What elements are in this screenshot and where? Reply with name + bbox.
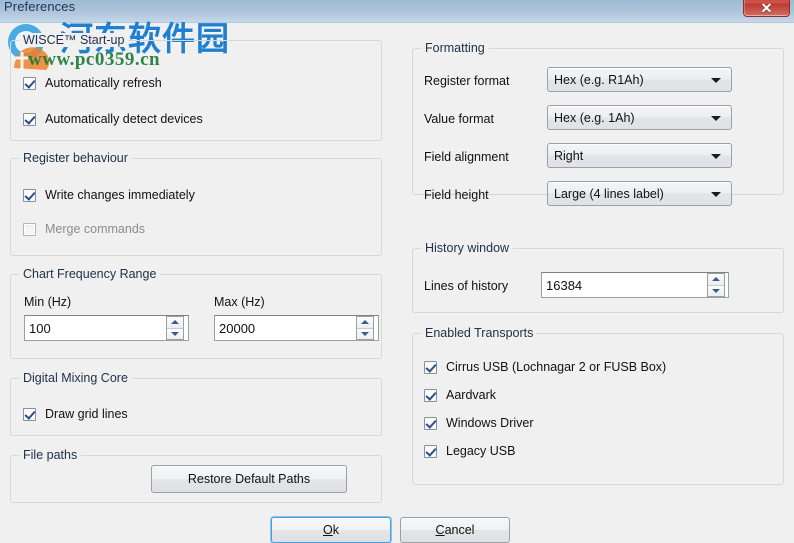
preferences-dialog: Preferences ✕ 河东软件园 www.pc0359.cn WISCE™… <box>0 0 794 543</box>
stepper-up-icon[interactable] <box>357 317 373 329</box>
checkbox-box-icon <box>424 360 437 374</box>
close-icon: ✕ <box>760 0 773 16</box>
checkbox-label: Draw grid lines <box>45 407 128 421</box>
checkbox-box-icon <box>424 416 437 430</box>
checkbox-box-icon <box>23 188 36 202</box>
cancel-button-label: Cancel <box>436 523 475 537</box>
group-chart-frequency-range-legend: Chart Frequency Range <box>19 267 161 281</box>
max-hz-label: Max (Hz) <box>214 295 265 309</box>
value-format-select[interactable]: Hex (e.g. 1Ah) <box>547 105 732 130</box>
group-file-paths: File paths Restore Default Paths <box>10 448 382 503</box>
lines-of-history-label: Lines of history <box>424 279 509 293</box>
checkbox-automatically-detect-devices[interactable]: Automatically detect devices <box>23 112 203 126</box>
min-hz-input[interactable]: 100 <box>24 315 189 341</box>
group-formatting: Formatting Register format Hex (e.g. R1A… <box>412 41 784 206</box>
group-register-behaviour: Register behaviour Write changes immedia… <box>10 151 382 256</box>
group-file-paths-legend: File paths <box>19 448 82 462</box>
checkbox-cirrus-usb[interactable]: Cirrus USB (Lochnagar 2 or FUSB Box) <box>424 360 666 374</box>
field-height-value: Large (4 lines label) <box>554 186 664 201</box>
checkbox-automatically-refresh[interactable]: Automatically refresh <box>23 76 162 90</box>
checkbox-label: Merge commands <box>45 222 146 236</box>
checkbox-label: Automatically detect devices <box>45 112 203 126</box>
group-register-behaviour-legend: Register behaviour <box>19 151 132 165</box>
group-digital-mixing-core-legend: Digital Mixing Core <box>19 371 132 385</box>
min-hz-value: 100 <box>29 320 51 336</box>
checkbox-legacy-usb[interactable]: Legacy USB <box>424 444 515 458</box>
max-hz-stepper[interactable] <box>356 316 374 340</box>
stepper-down-icon[interactable] <box>708 285 724 296</box>
window-title: Preferences <box>4 0 76 14</box>
checkbox-box-icon <box>23 76 36 90</box>
group-formatting-legend: Formatting <box>421 41 489 55</box>
register-format-value: Hex (e.g. R1Ah) <box>554 72 644 87</box>
cancel-button[interactable]: Cancel <box>400 517 510 543</box>
lines-of-history-input[interactable]: 16384 <box>541 272 729 298</box>
group-history-window-legend: History window <box>421 241 514 255</box>
field-alignment-label: Field alignment <box>424 150 509 164</box>
group-digital-mixing-core: Digital Mixing Core Draw grid lines <box>10 371 382 436</box>
checkbox-aardvark[interactable]: Aardvark <box>424 388 496 402</box>
checkbox-label: Aardvark <box>446 388 497 402</box>
chevron-down-icon <box>711 77 721 83</box>
stepper-down-icon[interactable] <box>167 328 183 339</box>
max-hz-value: 20000 <box>219 320 256 336</box>
lines-of-history-value: 16384 <box>546 277 583 293</box>
checkbox-label: Cirrus USB (Lochnagar 2 or FUSB Box) <box>446 360 667 374</box>
ok-button[interactable]: Ok <box>271 517 391 543</box>
checkbox-box-icon <box>23 112 36 126</box>
ok-rest: k <box>332 523 339 537</box>
value-format-value: Hex (e.g. 1Ah) <box>554 110 635 125</box>
min-hz-label: Min (Hz) <box>24 295 72 309</box>
chevron-down-icon <box>711 115 721 121</box>
checkbox-box-icon <box>424 388 437 402</box>
checkbox-box-icon <box>23 407 36 421</box>
checkbox-label: Automatically refresh <box>45 76 162 90</box>
stepper-down-icon[interactable] <box>357 328 373 339</box>
field-height-select[interactable]: Large (4 lines label) <box>547 181 732 206</box>
register-format-select[interactable]: Hex (e.g. R1Ah) <box>547 67 732 92</box>
group-enabled-transports-legend: Enabled Transports <box>421 326 538 340</box>
title-bar: Preferences ✕ <box>0 0 794 23</box>
value-format-label: Value format <box>424 112 494 126</box>
checkbox-write-changes-immediately[interactable]: Write changes immediately <box>23 188 195 202</box>
cancel-rest: ancel <box>444 523 475 537</box>
chevron-down-icon <box>711 153 721 159</box>
lines-of-history-stepper[interactable] <box>707 273 725 297</box>
field-alignment-select[interactable]: Right <box>547 143 732 168</box>
field-alignment-value: Right <box>554 148 584 163</box>
group-enabled-transports: Enabled Transports Cirrus USB (Lochnagar… <box>412 326 784 485</box>
group-chart-frequency-range: Chart Frequency Range Min (Hz) 100 Max (… <box>10 267 382 359</box>
restore-default-paths-label: Restore Default Paths <box>187 472 311 486</box>
register-format-label: Register format <box>424 74 510 88</box>
cancel-accel: C <box>435 523 445 537</box>
checkbox-box-icon <box>23 222 36 236</box>
close-button[interactable]: ✕ <box>743 0 790 17</box>
checkbox-box-icon <box>424 444 437 458</box>
checkbox-label: Write changes immediately <box>45 188 195 202</box>
group-history-window: History window Lines of history 16384 <box>412 241 784 313</box>
group-startup-legend: WISCE™ Start-up <box>19 33 129 47</box>
ok-accel: O <box>323 523 333 537</box>
restore-default-paths-button[interactable]: Restore Default Paths <box>151 465 347 493</box>
checkbox-label: Windows Driver <box>446 416 534 430</box>
stepper-up-icon[interactable] <box>708 274 724 286</box>
checkbox-windows-driver[interactable]: Windows Driver <box>424 416 534 430</box>
max-hz-input[interactable]: 20000 <box>214 315 379 341</box>
checkbox-draw-grid-lines[interactable]: Draw grid lines <box>23 407 128 421</box>
group-startup: WISCE™ Start-up Automatically refresh Au… <box>10 33 382 141</box>
checkbox-label: Legacy USB <box>446 444 516 458</box>
min-hz-stepper[interactable] <box>166 316 184 340</box>
ok-button-label: Ok <box>323 523 339 537</box>
checkbox-merge-commands[interactable]: Merge commands <box>23 222 145 236</box>
chevron-down-icon <box>711 191 721 197</box>
field-height-label: Field height <box>424 188 489 202</box>
stepper-up-icon[interactable] <box>167 317 183 329</box>
